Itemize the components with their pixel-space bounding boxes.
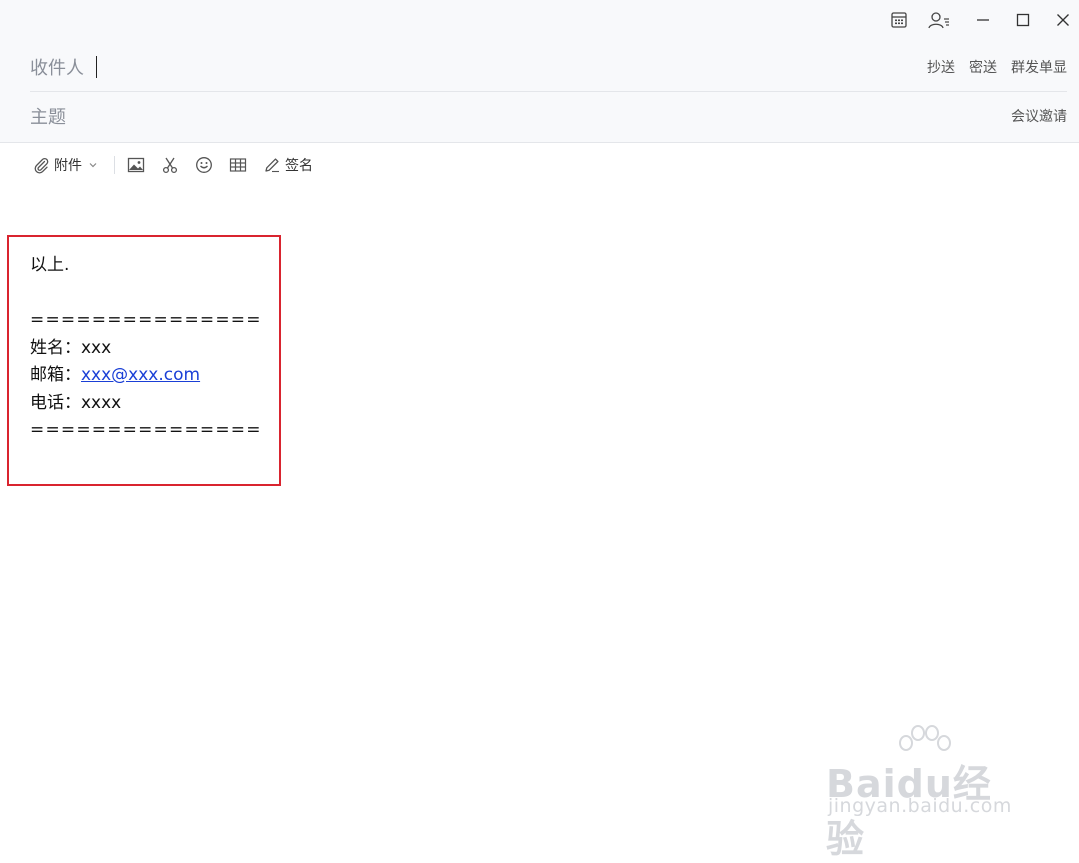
baidu-watermark: Baidu经验 jingyan.baidu.com (826, 725, 1026, 861)
bcc-button[interactable]: 密送 (969, 57, 997, 77)
chevron-down-icon[interactable] (84, 154, 102, 176)
editor-toolbar: 附件 签名 (30, 152, 313, 178)
email-label: 邮箱： (30, 365, 81, 385)
meeting-invite-button[interactable]: 会议邀请 (1011, 106, 1067, 126)
scissors-icon[interactable] (159, 154, 181, 176)
phone-label: 电话： (30, 392, 81, 413)
name-label: 姓名： (30, 337, 81, 358)
paperclip-icon (30, 154, 52, 176)
separator-top: =============== (30, 310, 262, 330)
closing-line: 以上. (30, 255, 70, 275)
signature-button[interactable]: 签名 (261, 154, 313, 176)
subject-input[interactable] (66, 101, 1011, 131)
recipient-label: 收件人 (30, 58, 84, 79)
contacts-icon[interactable] (926, 8, 952, 32)
email-link[interactable]: xxx@xxx.com (81, 365, 200, 385)
toolbar-divider (114, 156, 115, 174)
separate-send-button[interactable]: 群发单显 (1011, 57, 1067, 77)
pen-icon (261, 154, 283, 176)
emoji-icon[interactable] (193, 154, 215, 176)
calendar-icon[interactable] (888, 8, 910, 32)
compose-header: 收件人 抄送 密送 群发单显 主题 会议邀请 (0, 0, 1079, 143)
attachment-label: 附件 (54, 158, 82, 174)
subject-row: 主题 会议邀请 (30, 92, 1067, 140)
maximize-icon[interactable] (1012, 8, 1034, 32)
message-body[interactable]: 以上. =============== 姓名：xxx 邮箱：xxx@xxx.co… (30, 252, 262, 445)
minimize-icon[interactable] (972, 8, 994, 32)
image-icon[interactable] (125, 154, 147, 176)
attachment-button[interactable]: 附件 (30, 154, 102, 176)
cc-button[interactable]: 抄送 (927, 57, 955, 77)
close-icon[interactable] (1052, 8, 1074, 32)
recipient-row: 收件人 抄送 密送 群发单显 (30, 43, 1067, 92)
phone-line: 电话：xxxx (30, 390, 262, 418)
signature-label: 签名 (285, 158, 313, 174)
recipient-input[interactable] (97, 52, 927, 82)
recipient-actions: 抄送 密送 群发单显 (927, 57, 1067, 77)
watermark-url: jingyan.baidu.com (828, 795, 1012, 817)
email-line: 邮箱：xxx@xxx.com (30, 362, 262, 390)
phone-value: xxxx (81, 392, 122, 413)
subject-actions: 会议邀请 (1011, 106, 1067, 126)
name-value: xxx (81, 337, 112, 358)
name-line: 姓名：xxx (30, 335, 262, 363)
separator-bottom: =============== (30, 420, 262, 440)
subject-label: 主题 (30, 107, 66, 128)
paw-logo-icon (899, 725, 951, 751)
table-icon[interactable] (227, 154, 249, 176)
watermark-brand: Baidu经验 (826, 762, 992, 861)
